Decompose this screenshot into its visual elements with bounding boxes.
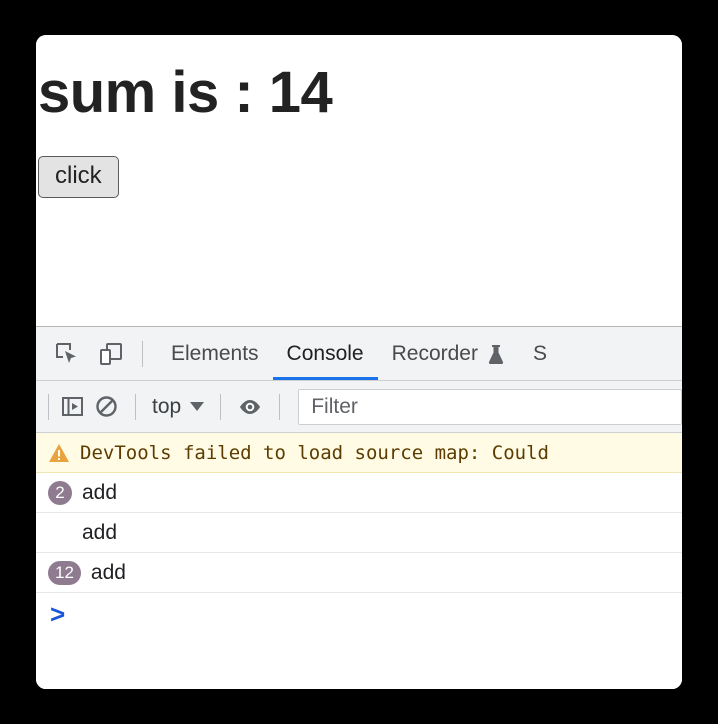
flask-icon: [487, 343, 505, 365]
console-message-text: DevTools failed to load source map: Coul…: [80, 441, 549, 464]
console-message-text: add: [90, 560, 126, 584]
toolbar-divider-3: [279, 393, 281, 420]
tab-recorder-label: Recorder: [391, 341, 478, 365]
console-message-log[interactable]: 2 add: [36, 473, 682, 513]
page-title: sum is : 14: [38, 60, 333, 125]
console-message-text: add: [82, 520, 118, 544]
repeat-count-badge[interactable]: 2: [48, 480, 72, 505]
console-sidebar-icon[interactable]: [55, 390, 89, 424]
execution-context-value: top: [152, 394, 182, 418]
console-messages: DevTools failed to load source map: Coul…: [36, 433, 682, 689]
toolbar-divider-1: [135, 393, 136, 420]
prompt-chevron-icon: >: [50, 599, 66, 629]
console-message-log[interactable]: 12 add: [36, 553, 682, 593]
tab-elements[interactable]: Elements: [157, 327, 273, 380]
repeat-count-badge[interactable]: 12: [48, 560, 81, 585]
console-message-text: add: [82, 480, 118, 504]
clear-console-icon[interactable]: [89, 390, 123, 424]
devtools-tabbar: Elements Console Recorder S: [36, 327, 682, 381]
browser-card: sum is : 14 click Elements Console Recor…: [36, 35, 682, 689]
page-viewport: sum is : 14 click: [36, 35, 682, 326]
console-prompt[interactable]: >: [36, 593, 682, 635]
warning-triangle-icon: [48, 442, 70, 464]
inspect-element-icon[interactable]: [50, 337, 84, 371]
console-message-log[interactable]: add: [36, 513, 682, 553]
live-expression-eye-icon[interactable]: [233, 390, 267, 424]
filter-input[interactable]: [309, 393, 671, 420]
tab-elements-label: Elements: [171, 341, 259, 365]
device-toolbar-icon[interactable]: [94, 337, 128, 371]
chevron-down-icon: [190, 402, 205, 411]
console-toolbar: top: [36, 381, 682, 433]
console-message-warning[interactable]: DevTools failed to load source map: Coul…: [36, 433, 682, 473]
execution-context-selector[interactable]: top: [148, 395, 208, 419]
tabbar-divider: [142, 340, 143, 367]
filter-input-wrapper[interactable]: [298, 388, 682, 425]
toolbar-divider-left: [48, 393, 49, 420]
click-button[interactable]: click: [38, 156, 119, 198]
tab-recorder[interactable]: Recorder: [378, 327, 519, 380]
tab-sources[interactable]: S: [519, 327, 561, 380]
tab-sources-label: S: [532, 341, 547, 365]
tab-console[interactable]: Console: [273, 327, 378, 380]
tab-console-label: Console: [286, 341, 364, 365]
devtools-panel: Elements Console Recorder S top Filter D…: [36, 326, 682, 689]
toolbar-divider-2: [220, 393, 222, 420]
